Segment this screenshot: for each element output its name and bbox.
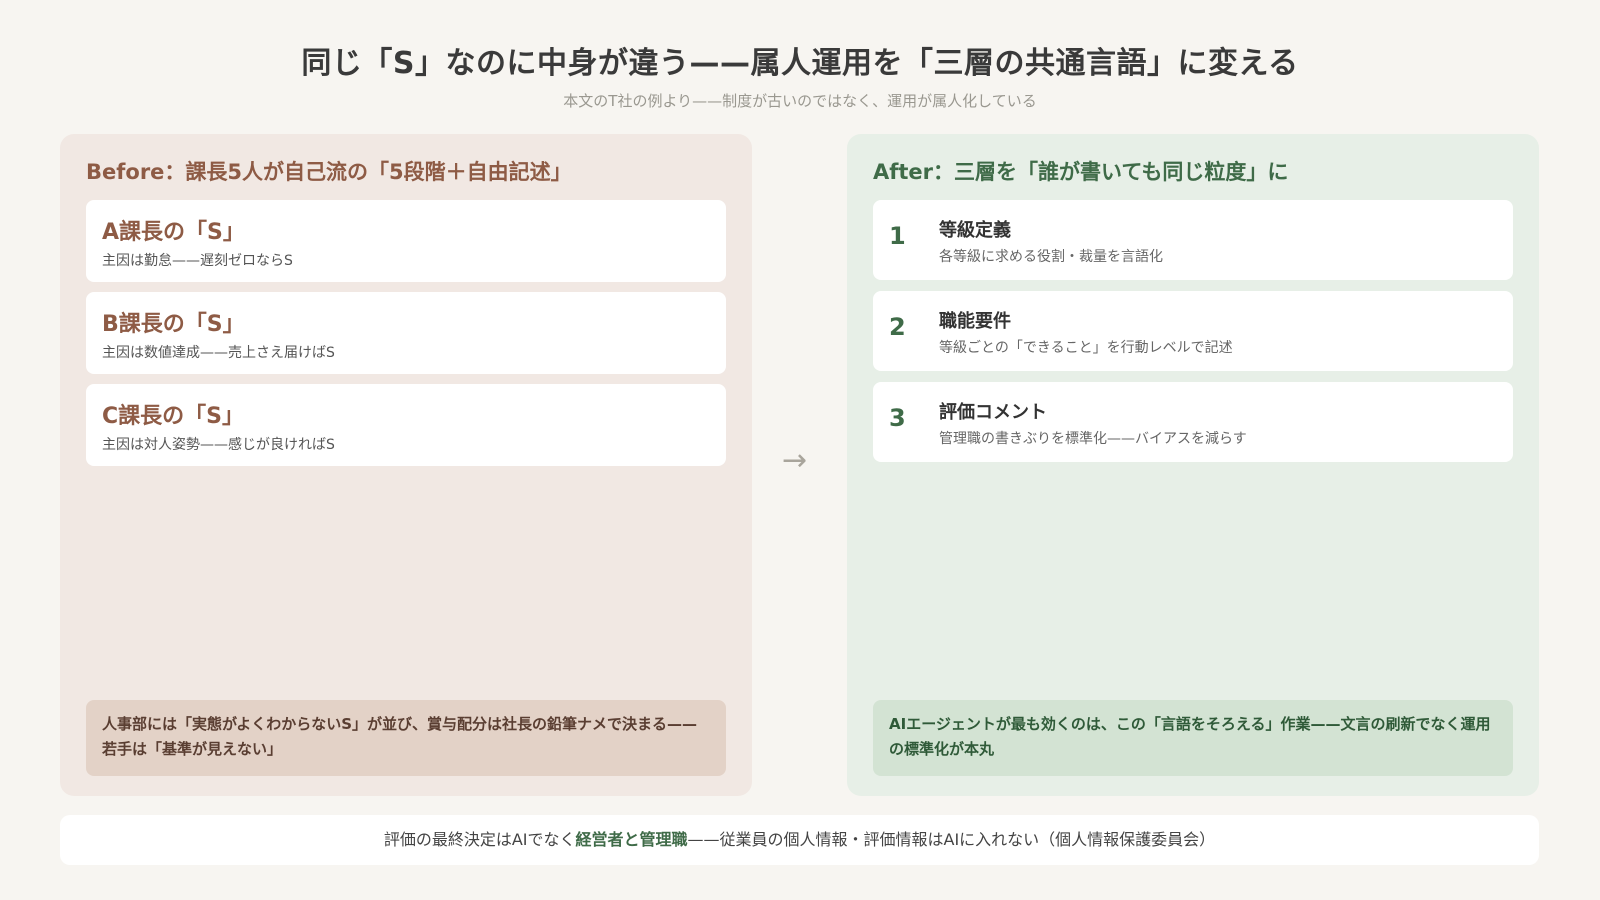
after-panel: After：三層を「誰が書いても同じ粒度」に 1 等級定義 各等級に求める役割・…	[847, 134, 1539, 796]
footer-prefix: 評価の最終決定はAIでなく	[383, 830, 576, 849]
step-title: 等級定義	[939, 220, 1011, 241]
footer-suffix: ——従業員の個人情報・評価情報はAIに入れない（個人情報保護委員会）	[687, 830, 1216, 849]
footer-note: 評価の最終決定はAIでなく経営者と管理職——従業員の個人情報・評価情報はAIに入…	[60, 815, 1539, 865]
step-desc: 管理職の書きぶりを標準化——バイアスを減らす	[939, 431, 1247, 447]
before-panel: Before：課長5人が自己流の「5段階＋自由記述」 A課長の「S」 主因は勤怠…	[60, 134, 752, 796]
step-number: 1	[889, 222, 906, 250]
after-step-3: 3 評価コメント 管理職の書きぶりを標準化——バイアスを減らす	[873, 382, 1513, 462]
step-title: 評価コメント	[939, 402, 1047, 423]
before-card-a: A課長の「S」 主因は勤怠——遅刻ゼロならS	[86, 200, 726, 282]
step-title: 職能要件	[939, 311, 1011, 332]
before-card-desc: 主因は対人姿勢——感じが良ければS	[102, 437, 335, 453]
step-desc: 等級ごとの「できること」を行動レベルで記述	[939, 340, 1233, 356]
page-title: 同じ「S」なのに中身が違う——属人運用を「三層の共通言語」に変える	[301, 46, 1299, 81]
before-card-title: B課長の「S」	[102, 312, 245, 337]
after-heading: After：三層を「誰が書いても同じ粒度」に	[873, 160, 1289, 184]
step-number: 2	[889, 313, 906, 341]
before-note: 人事部には「実態がよくわからないS」が並び、賞与配分は社長の鉛筆ナメで決まる——…	[86, 700, 726, 776]
before-card-desc: 主因は数値達成——売上さえ届けばS	[102, 345, 335, 361]
before-card-b: B課長の「S」 主因は数値達成——売上さえ届けばS	[86, 292, 726, 374]
page-subtitle: 本文のT社の例より——制度が古いのではなく、運用が属人化している	[563, 92, 1037, 110]
before-card-title: A課長の「S」	[102, 220, 245, 245]
after-note: AIエージェントが最も効くのは、この「言語をそろえる」作業——文言の刷新でなく運…	[873, 700, 1513, 776]
step-number: 3	[889, 404, 906, 432]
after-step-1: 1 等級定義 各等級に求める役割・裁量を言語化	[873, 200, 1513, 280]
footer-highlight: 経営者と管理職	[575, 830, 688, 849]
before-card-c: C課長の「S」 主因は対人姿勢——感じが良ければS	[86, 384, 726, 466]
before-heading: Before：課長5人が自己流の「5段階＋自由記述」	[86, 160, 572, 184]
step-desc: 各等級に求める役割・裁量を言語化	[939, 249, 1163, 265]
before-card-title: C課長の「S」	[102, 404, 244, 429]
after-step-2: 2 職能要件 等級ごとの「できること」を行動レベルで記述	[873, 291, 1513, 371]
before-card-desc: 主因は勤怠——遅刻ゼロならS	[102, 253, 293, 269]
arrow-right-icon: →	[782, 443, 808, 478]
